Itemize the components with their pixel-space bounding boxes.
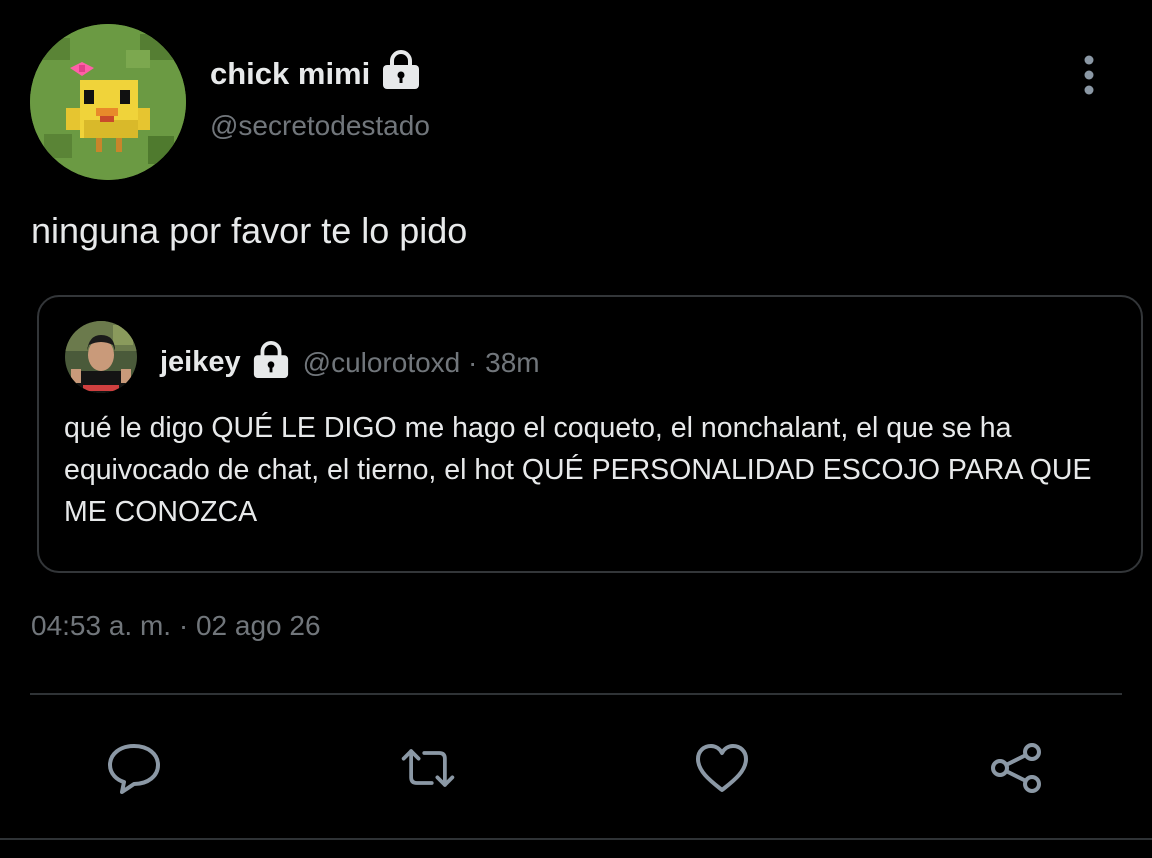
bottom-divider	[0, 838, 1152, 840]
quoted-tweet-text: qué le digo QUÉ LE DIGO me hago el coque…	[64, 412, 1092, 528]
share-icon	[991, 743, 1041, 793]
tweet-text: ninguna por favor te lo pido	[31, 210, 468, 251]
reply-button[interactable]	[104, 738, 164, 798]
retweet-button[interactable]	[398, 738, 458, 798]
speech-bubble-icon	[108, 744, 160, 794]
quoted-display-name[interactable]: jeikey	[160, 346, 241, 379]
author-display-name-row: chick mimi	[210, 50, 422, 98]
quoted-handle-time: @culorotoxd · 38m	[302, 346, 540, 378]
author-avatar[interactable]	[30, 24, 186, 180]
heart-icon	[696, 744, 748, 792]
lock-icon	[380, 50, 422, 98]
tweet-timestamp[interactable]: 04:53 a. m. · 02 ago 26	[31, 610, 321, 642]
quoted-tweet-header: jeikey @culorotoxd · 38m	[160, 341, 540, 384]
divider	[30, 693, 1122, 695]
share-button[interactable]	[986, 738, 1046, 798]
like-button[interactable]	[692, 738, 752, 798]
vertical-dots-icon	[1084, 55, 1094, 95]
author-handle[interactable]: @secretodestado	[210, 110, 430, 142]
retweet-arrows-icon	[401, 749, 455, 787]
author-display-name[interactable]: chick mimi	[210, 56, 370, 92]
quoted-author-avatar[interactable]	[65, 321, 137, 393]
more-options-button[interactable]	[1073, 54, 1105, 98]
quoted-tweet-card[interactable]: jeikey @culorotoxd · 38m qué le digo QUÉ…	[37, 295, 1143, 573]
lock-icon	[251, 341, 291, 384]
